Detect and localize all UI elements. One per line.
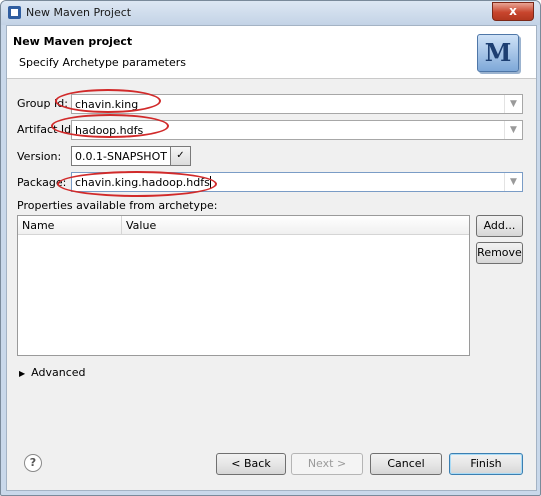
artifact-id-combo[interactable]: hadoop.hdfs ▼	[71, 120, 523, 140]
title-bar[interactable]: New Maven Project x	[1, 1, 540, 25]
dialog-client: New Maven project Specify Archetype para…	[6, 25, 537, 491]
chevron-down-icon[interactable]: ▼	[504, 95, 522, 113]
expand-arrow-icon[interactable]: ▶	[19, 369, 25, 378]
text-caret	[209, 176, 211, 188]
properties-label: Properties available from archetype:	[17, 199, 218, 212]
group-id-label: Group Id:	[17, 97, 68, 110]
chevron-down-icon[interactable]: ✓	[170, 147, 190, 165]
close-button[interactable]: x	[492, 2, 534, 21]
dialog-window: New Maven Project x New Maven project Sp…	[0, 0, 541, 496]
column-header-name[interactable]: Name	[22, 219, 54, 232]
package-combo[interactable]: chavin.king.hadoop.hdfs ▼	[71, 172, 523, 192]
remove-button[interactable]: Remove	[476, 242, 523, 264]
wizard-header: New Maven project Specify Archetype para…	[7, 26, 536, 79]
wizard-subtitle: Specify Archetype parameters	[19, 56, 186, 69]
wizard-title: New Maven project	[13, 35, 133, 48]
add-button[interactable]: Add...	[476, 215, 523, 237]
group-id-combo[interactable]: chavin.king ▼	[71, 94, 523, 114]
window-title: New Maven Project	[26, 6, 132, 19]
back-button[interactable]: < Back	[216, 453, 286, 475]
properties-table[interactable]: Name Value	[17, 215, 470, 356]
column-divider[interactable]	[121, 216, 122, 234]
advanced-label: Advanced	[31, 366, 86, 379]
package-value: chavin.king.hadoop.hdfs	[75, 176, 211, 189]
app-icon	[8, 6, 21, 19]
package-label: Package:	[17, 176, 67, 189]
column-header-value[interactable]: Value	[126, 219, 156, 232]
artifact-id-label: Artifact Id:	[17, 123, 75, 136]
version-label: Version:	[17, 150, 62, 163]
artifact-id-value: hadoop.hdfs	[75, 124, 144, 137]
maven-logo-icon: M	[477, 34, 519, 72]
version-value: 0.0.1-SNAPSHOT	[75, 150, 167, 163]
package-text: chavin.king.hadoop.hdfs	[75, 176, 210, 189]
next-button[interactable]: Next >	[291, 453, 363, 475]
cancel-button[interactable]: Cancel	[370, 453, 442, 475]
table-header: Name Value	[18, 216, 469, 235]
chevron-down-icon[interactable]: ▼	[504, 173, 522, 191]
help-icon[interactable]: ?	[24, 454, 42, 472]
version-select[interactable]: 0.0.1-SNAPSHOT ✓	[71, 146, 191, 166]
advanced-toggle[interactable]: ▶ Advanced	[19, 366, 86, 379]
group-id-value: chavin.king	[75, 98, 139, 111]
chevron-down-icon[interactable]: ▼	[504, 121, 522, 139]
finish-button[interactable]: Finish	[449, 453, 523, 475]
